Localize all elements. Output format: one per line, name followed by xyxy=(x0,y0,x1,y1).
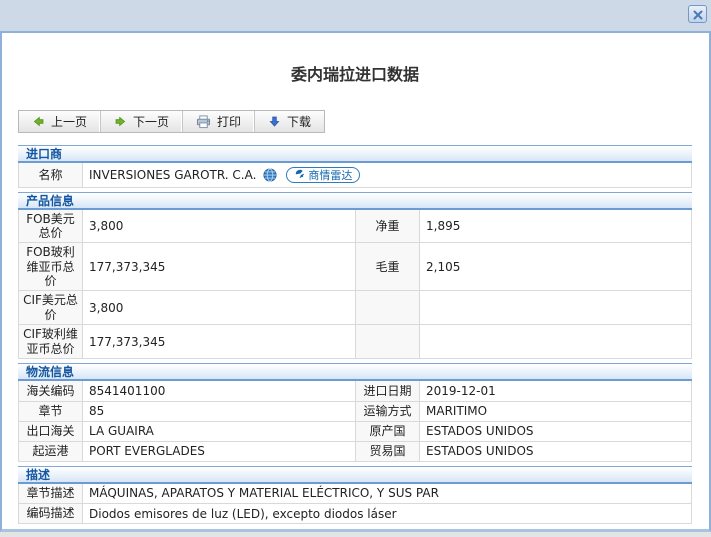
table-row: FOB玻利维亚币总价 177,373,345 毛重 2,105 xyxy=(18,242,692,292)
arrow-left-icon xyxy=(32,115,45,128)
field-value: 177,373,345 xyxy=(82,324,356,360)
next-page-label: 下一页 xyxy=(133,115,170,129)
field-label: FOB美元总价 xyxy=(18,209,83,244)
field-value: 8541401100 xyxy=(82,381,356,402)
table-row: 章节描述 MÁQUINAS, APARATOS Y MATERIAL ELÉCT… xyxy=(18,483,692,505)
table-row: 出口海关 LA GUAIRA 原产国 ESTADOS UNIDOS xyxy=(18,420,692,442)
field-value: LA GUAIRA xyxy=(82,420,356,442)
field-value xyxy=(419,290,692,326)
importer-section: 进口商 名称 INVERSIONES GAROTR. C.A. 商情雷达 xyxy=(18,145,692,188)
print-button[interactable]: 打印 xyxy=(183,111,256,132)
field-value xyxy=(419,324,692,360)
close-button[interactable] xyxy=(688,5,707,23)
field-label: 起运港 xyxy=(18,440,83,462)
field-label: 进口日期 xyxy=(355,381,420,402)
product-section-header: 产品信息 xyxy=(18,191,692,210)
field-value: Diodos emisores de luz (LED), excepto di… xyxy=(82,503,692,525)
field-value: 1,895 xyxy=(419,209,692,244)
description-section: 描述 章节描述 MÁQUINAS, APARATOS Y MATERIAL EL… xyxy=(18,465,692,525)
prev-page-button[interactable]: 上一页 xyxy=(19,111,102,132)
table-row: 海关编码 8541401100 进口日期 2019-12-01 xyxy=(18,381,692,402)
arrow-right-icon xyxy=(114,115,127,128)
importer-name-label: 名称 xyxy=(18,163,83,188)
field-label: 出口海关 xyxy=(18,420,83,442)
product-section: 产品信息 FOB美元总价 3,800 净重 1,895 FOB玻利维亚币总价 1… xyxy=(18,191,692,360)
business-radar-label: 商情雷达 xyxy=(308,168,353,182)
printer-icon xyxy=(196,114,211,129)
field-value: 2019-12-01 xyxy=(419,381,692,402)
field-label: 编码描述 xyxy=(18,503,83,525)
field-value: MÁQUINAS, APARATOS Y MATERIAL ELÉCTRICO,… xyxy=(82,483,692,505)
logistics-section: 物流信息 海关编码 8541401100 进口日期 2019-12-01 章节 … xyxy=(18,363,692,462)
dialog-titlebar xyxy=(0,0,711,31)
page-title: 委内瑞拉进口数据 xyxy=(290,65,419,84)
field-value: PORT EVERGLADES xyxy=(82,440,356,462)
field-label: FOB玻利维亚币总价 xyxy=(18,242,83,292)
print-label: 打印 xyxy=(217,115,242,129)
importer-name-value: INVERSIONES GAROTR. C.A. xyxy=(89,167,257,182)
table-row: 编码描述 Diodos emisores de luz (LED), excep… xyxy=(18,503,692,525)
field-label: 净重 xyxy=(355,209,420,244)
field-label: 章节 xyxy=(18,400,83,422)
table-row: 起运港 PORT EVERGLADES 贸易国 ESTADOS UNIDOS xyxy=(18,440,692,462)
field-label: 原产国 xyxy=(355,420,420,442)
logistics-section-header: 物流信息 xyxy=(18,363,692,382)
field-label: 运输方式 xyxy=(355,400,420,422)
description-section-header: 描述 xyxy=(18,465,692,484)
field-label xyxy=(355,290,420,326)
table-row: CIF玻利维亚币总价 177,373,345 xyxy=(18,324,692,360)
table-row: FOB美元总价 3,800 净重 1,895 xyxy=(18,209,692,244)
field-value: ESTADOS UNIDOS xyxy=(419,440,692,462)
importer-section-header: 进口商 xyxy=(18,145,692,163)
business-radar-button[interactable]: 商情雷达 xyxy=(286,166,361,183)
table-row: 章节 85 运输方式 MARITIMO xyxy=(18,400,692,422)
arrow-down-icon xyxy=(268,115,281,128)
table-row: 名称 INVERSIONES GAROTR. C.A. 商情雷达 xyxy=(18,163,692,188)
field-label: 贸易国 xyxy=(355,440,420,462)
field-label xyxy=(355,324,420,360)
field-label: CIF美元总价 xyxy=(18,290,83,326)
download-button[interactable]: 下载 xyxy=(255,111,324,132)
radar-icon xyxy=(294,168,305,182)
field-label: 海关编码 xyxy=(18,381,83,402)
field-value: 177,373,345 xyxy=(82,242,356,292)
field-value: 3,800 xyxy=(82,209,356,244)
field-label: 章节描述 xyxy=(18,483,83,505)
table-row: CIF美元总价 3,800 xyxy=(18,290,692,326)
field-value: MARITIMO xyxy=(419,400,692,422)
dialog-panel: 委内瑞拉进口数据 上一页 下一页 打印 下载 进口商 名称 INVERSIONE… xyxy=(0,31,711,532)
toolbar: 上一页 下一页 打印 下载 xyxy=(18,110,326,133)
field-label: 毛重 xyxy=(355,242,420,292)
field-value: 2,105 xyxy=(419,242,692,292)
close-icon xyxy=(693,5,703,24)
globe-icon[interactable] xyxy=(263,168,277,182)
next-page-button[interactable]: 下一页 xyxy=(101,111,184,132)
download-label: 下载 xyxy=(287,115,312,129)
prev-page-label: 上一页 xyxy=(51,115,88,129)
field-value: 3,800 xyxy=(82,290,356,326)
field-label: CIF玻利维亚币总价 xyxy=(18,324,83,360)
field-value: 85 xyxy=(82,400,356,422)
field-value: ESTADOS UNIDOS xyxy=(419,420,692,442)
